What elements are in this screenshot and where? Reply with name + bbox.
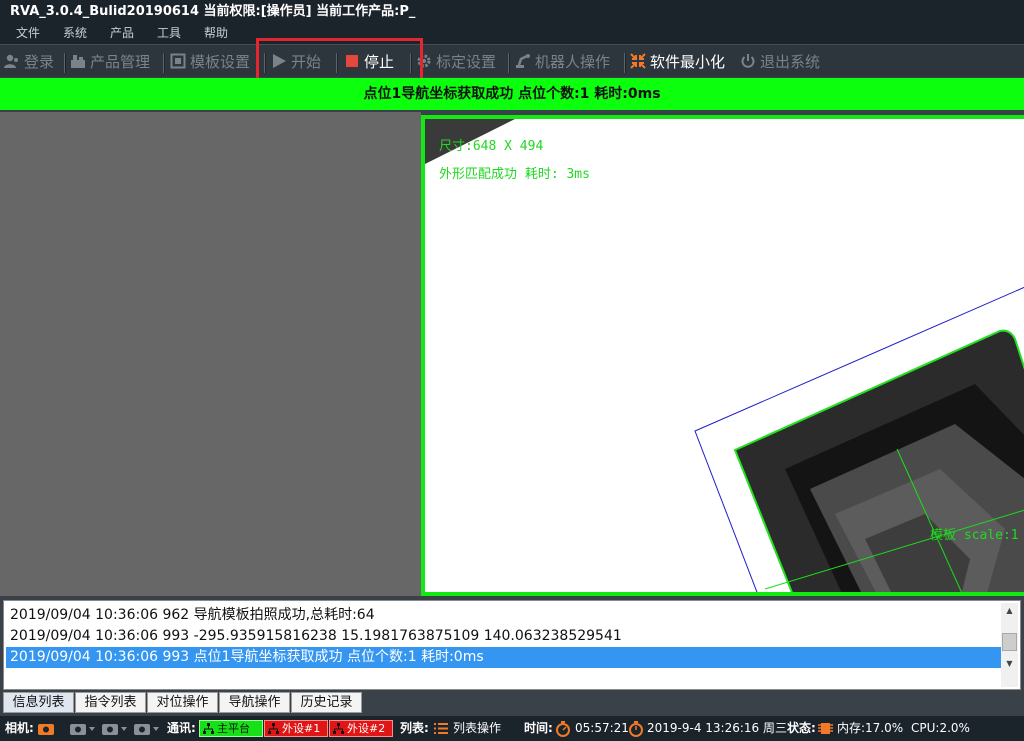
status-bar: 相机: 通讯: 主平台 外设#1 外设#2 列表: 列表操作 时间: 05:57… <box>0 716 1024 741</box>
scroll-down-arrow-icon[interactable]: ▼ <box>1001 656 1018 671</box>
scroll-up-arrow-icon[interactable]: ▲ <box>1001 603 1018 618</box>
product-manage-label: 产品管理 <box>90 53 151 71</box>
exit-system-button[interactable]: 退出系统 <box>740 50 820 74</box>
time-label: 时间: <box>524 721 553 735</box>
template-settings-button[interactable]: 模板设置 <box>170 50 250 74</box>
device2-label: 外设#2 <box>347 722 386 735</box>
device1-status[interactable]: 外设#1 <box>264 720 328 737</box>
camera-label: 相机: <box>5 721 34 735</box>
status-banner: 点位1导航坐标获取成功 点位个数:1 耗时:0ms <box>0 78 1024 110</box>
camera-viewer[interactable]: 尺寸:648 X 494 外形匹配成功 耗时: 3ms 模板 scale:1 <box>421 115 1024 596</box>
product-manage-button[interactable]: 产品管理 <box>70 50 150 74</box>
log-row[interactable]: 2019/09/04 10:36:06 962 导航模板拍照成功,总耗时:64 <box>6 605 1001 626</box>
tab-history[interactable]: 历史记录 <box>291 692 362 713</box>
calibration-settings-button[interactable]: 标定设置 <box>416 50 496 74</box>
network-icon <box>203 723 214 734</box>
highlight-box <box>256 38 423 83</box>
image-size-label: 尺寸:648 X 494 <box>439 139 544 154</box>
network-icon <box>268 723 279 734</box>
toolbar-separator <box>508 53 510 73</box>
minimize-software-button[interactable]: 软件最小化 <box>630 50 725 74</box>
template-icon <box>170 53 186 69</box>
message-log[interactable]: 2019/09/04 10:36:06 962 导航模板拍照成功,总耗时:64 … <box>3 600 1021 690</box>
toolbar-separator <box>163 53 165 73</box>
camera2-icon[interactable] <box>70 722 96 735</box>
camera-active-icon[interactable] <box>38 722 54 735</box>
elapsed-time: 05:57:21 <box>575 721 629 735</box>
list-ops-button[interactable]: 列表操作 <box>453 716 501 741</box>
log-row-selected[interactable]: 2019/09/04 10:36:06 993 点位1导航坐标获取成功 点位个数… <box>6 647 1001 668</box>
scroll-thumb[interactable] <box>1002 633 1017 651</box>
state-label: 状态: <box>787 721 816 735</box>
memory-usage: 内存:17.0% <box>837 721 904 735</box>
minimize-software-label: 软件最小化 <box>650 53 726 71</box>
comm-label: 通讯: <box>167 721 196 735</box>
power-icon <box>741 54 755 68</box>
menu-tools[interactable]: 工具 <box>157 24 181 42</box>
menu-bar: 文件 系统 产品 工具 帮助 <box>0 24 1024 44</box>
clock-icon <box>629 721 643 737</box>
template-scale-label: 模板 scale:1 <box>930 528 1019 543</box>
main-platform-status[interactable]: 主平台 <box>199 720 263 737</box>
device2-status[interactable]: 外设#2 <box>329 720 393 737</box>
memory-chip-icon <box>818 723 833 734</box>
left-panel <box>0 112 421 596</box>
robot-operation-label: 机器人操作 <box>535 53 611 71</box>
app-window: RVA_3.0.4_Bulid20190614 当前权限:[操作员] 当前工作产… <box>0 0 1024 741</box>
user-icon <box>4 54 18 68</box>
tab-info-list[interactable]: 信息列表 <box>3 692 74 713</box>
match-result-label: 外形匹配成功 耗时: 3ms <box>439 167 590 182</box>
minimize-arrows-icon <box>630 53 646 69</box>
menu-file[interactable]: 文件 <box>16 24 40 42</box>
main-platform-label: 主平台 <box>217 722 250 735</box>
menu-system[interactable]: 系统 <box>63 24 87 42</box>
list-icon <box>434 723 448 734</box>
tab-alignment[interactable]: 对位操作 <box>147 692 218 713</box>
product-icon <box>71 55 85 68</box>
tab-command-list[interactable]: 指令列表 <box>75 692 146 713</box>
device1-label: 外设#1 <box>282 722 321 735</box>
menu-help[interactable]: 帮助 <box>204 24 228 42</box>
calibration-settings-label: 标定设置 <box>436 53 497 71</box>
camera3-icon[interactable] <box>102 722 128 735</box>
robot-operation-button[interactable]: 机器人操作 <box>515 50 610 74</box>
network-icon <box>333 723 344 734</box>
toolbar-separator <box>64 53 66 73</box>
log-row[interactable]: 2019/09/04 10:36:06 993 -295.93591581623… <box>6 626 1001 647</box>
tab-navigation[interactable]: 导航操作 <box>219 692 290 713</box>
toolbar-separator <box>624 53 626 73</box>
current-datetime: 2019-9-4 13:26:16 周三 <box>647 721 787 735</box>
bottom-tabs: 信息列表 指令列表 对位操作 导航操作 历史记录 <box>0 692 1024 714</box>
menu-product[interactable]: 产品 <box>110 24 134 42</box>
template-settings-label: 模板设置 <box>190 53 251 71</box>
stopwatch-icon <box>556 721 570 737</box>
list-label: 列表: <box>400 721 429 735</box>
login-label: 登录 <box>24 53 55 71</box>
robot-arm-icon <box>516 54 530 68</box>
login-button[interactable]: 登录 <box>4 50 54 74</box>
exit-system-label: 退出系统 <box>760 53 821 71</box>
toolbar: 登录 产品管理 模板设置 开始 停止 标定设置 机器人操作 软件最小化 退出系统 <box>0 44 1024 77</box>
camera4-icon[interactable] <box>134 722 160 735</box>
window-title: RVA_3.0.4_Bulid20190614 当前权限:[操作员] 当前工作产… <box>0 0 1024 24</box>
cpu-usage: CPU:2.0% <box>911 721 970 735</box>
log-scrollbar[interactable]: ▲ ▼ <box>1001 603 1018 687</box>
